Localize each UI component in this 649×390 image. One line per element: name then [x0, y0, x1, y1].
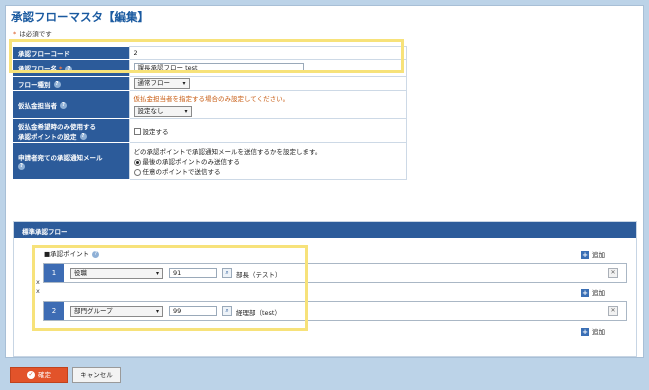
question-icon[interactable]: ? [92, 250, 100, 258]
required-note-text: は必須です [19, 30, 52, 38]
chevron-down-icon: ▾ [155, 308, 159, 315]
step-type-select[interactable]: 役職 ▾ [70, 268, 163, 279]
code-value: 2 [128, 46, 407, 60]
type-label: フロー種別? [13, 76, 129, 91]
step-number: 2 [44, 302, 64, 320]
required-note: * は必須です [13, 28, 52, 38]
required-star: * [59, 65, 63, 73]
standard-flow-header: 標準承認フロー [14, 222, 636, 238]
advance-note: 仮払金担当者を指定する場合のみ設定してください。 [133, 94, 290, 103]
question-icon[interactable]: ? [18, 162, 25, 170]
step-type-select[interactable]: 部門グループ ▾ [70, 306, 163, 317]
notify-option-any: 任意のポイントで送信する [142, 168, 221, 176]
advance-label: 仮払金担当者? [13, 90, 129, 119]
notify-desc: どの承認ポイントで承認通知メールを送信するかを設定します。 [133, 148, 322, 156]
required-star: * [13, 30, 17, 38]
advance-only-checkbox-label: 設定する [142, 127, 169, 136]
approval-points-label: ■承認ポイント? [44, 248, 100, 258]
question-icon[interactable]: ? [65, 65, 73, 73]
advance-only-label: 仮払金希望時のみ使用する 承認ポイントの設定? [13, 118, 129, 143]
flow-name-input[interactable]: 課長承認フロー test [133, 63, 304, 73]
step-code-input[interactable]: 99 [169, 306, 217, 316]
approval-step-1: 1 役職 ▾ 91 ⌕ 部長（テスト） ✕ [43, 263, 627, 283]
advance-only-checkbox[interactable] [133, 128, 141, 135]
notify-option-last: 最後の承認ポイントのみ送信する [142, 158, 241, 166]
footer-bar: ✓ 確定 キャンセル [5, 363, 644, 387]
flow-type-select[interactable]: 通常フロー ▾ [133, 78, 190, 89]
plus-icon: + [581, 328, 589, 336]
confirm-button[interactable]: ✓ 確定 [10, 367, 68, 383]
close-icon[interactable]: ✕ [608, 268, 618, 278]
plus-icon: + [581, 251, 589, 259]
question-icon[interactable]: ? [53, 81, 61, 88]
page-panel: 承認フローマスタ【編集】 * は必須です 承認フローコード 2 承認フロー名 *? … [5, 5, 644, 358]
advance-select[interactable]: 設定なし ▾ [133, 105, 192, 117]
check-icon: ✓ [27, 371, 35, 379]
approval-step-2: 2 部門グループ ▾ 99 ⌕ 経理部（test） ✕ [43, 301, 627, 321]
question-icon[interactable]: ? [60, 102, 67, 109]
chevron-down-icon: ▾ [155, 270, 159, 277]
step-code-input[interactable]: 91 [169, 268, 217, 278]
name-label: 承認フロー名 *? [13, 59, 129, 77]
page-title: 承認フローマスタ【編集】 [11, 10, 149, 24]
add-button[interactable]: + 追加 [581, 249, 605, 259]
close-icon[interactable]: ✕ [608, 306, 618, 316]
step-approver-name: 部長（テスト） [236, 271, 282, 279]
notify-radio-last[interactable] [133, 158, 141, 166]
flow-settings-form: 承認フローコード 2 承認フロー名 *? 課長承認フロー test フロー種別? … [13, 46, 407, 180]
chevron-down-icon: ▾ [184, 107, 188, 115]
side-mark: x [36, 287, 40, 295]
chevron-down-icon: ▾ [182, 80, 186, 87]
notify-label: 申請者宛ての承認通知メール? [13, 142, 129, 180]
search-icon[interactable]: ⌕ [222, 306, 232, 316]
step-number: 1 [44, 264, 64, 282]
add-button[interactable]: + 追加 [581, 326, 605, 336]
search-icon[interactable]: ⌕ [222, 268, 232, 278]
side-mark: x [36, 278, 40, 286]
standard-flow-panel: 標準承認フロー ■承認ポイント? + 追加 1 役職 ▾ 91 ⌕ 部長（テスト） … [13, 221, 637, 357]
cancel-button[interactable]: キャンセル [72, 367, 121, 383]
add-button[interactable]: + 追加 [581, 287, 605, 297]
code-label: 承認フローコード [13, 46, 129, 60]
question-icon[interactable]: ? [79, 133, 87, 140]
plus-icon: + [581, 289, 589, 297]
step-approver-name: 経理部（test） [236, 309, 281, 317]
notify-radio-any[interactable] [133, 168, 141, 176]
